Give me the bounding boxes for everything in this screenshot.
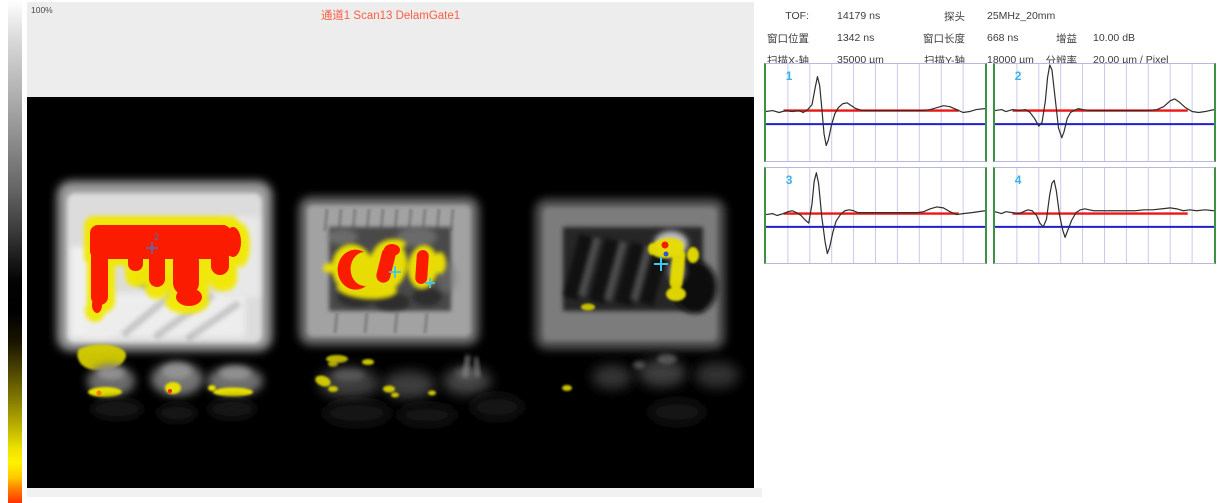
cscan-channel-title: 通道1 Scan13 DelamGate1 bbox=[320, 10, 461, 22]
ascan-panel-grid: 1 2 3 4 bbox=[764, 63, 1216, 264]
ascan-plot-2[interactable]: 2 bbox=[993, 63, 1216, 162]
amplitude-colorbar bbox=[8, 0, 22, 503]
cscan-sample-left: 2 bbox=[57, 181, 272, 351]
ascan-plot-3[interactable]: 3 bbox=[764, 167, 987, 264]
parameter-panel: TOF: 14179 ns 探头 25MHz_20mm 窗口位置 1342 ns… bbox=[763, 5, 1231, 71]
param-value-window-pos: 1342 ns bbox=[837, 32, 875, 44]
ascan-plot-4-label: 4 bbox=[1014, 172, 1022, 187]
cscan-sample-middle bbox=[299, 197, 479, 367]
param-value-tof: 14179 ns bbox=[837, 10, 881, 22]
param-value-window-len: 668 ns bbox=[987, 32, 1019, 44]
param-value-probe: 25MHz_20mm bbox=[987, 10, 1056, 22]
param-label-gain: 增益 bbox=[1056, 32, 1077, 45]
param-label-probe: 探头 bbox=[944, 10, 965, 23]
ascan-plot-3-label: 3 bbox=[785, 172, 793, 187]
cscan-image[interactable]: 2 bbox=[27, 97, 754, 488]
cscan-bottom-strip bbox=[27, 488, 762, 497]
param-label-window-len: 窗口长度 bbox=[923, 32, 965, 45]
crosshair-label: 2 bbox=[154, 232, 159, 242]
param-value-gain: 10.00 dB bbox=[1093, 32, 1136, 44]
cscan-header: 100% 通道1 Scan13 DelamGate1 bbox=[27, 2, 754, 97]
ascan-plot-1[interactable]: 1 bbox=[764, 63, 987, 162]
cscan-sample-right bbox=[535, 199, 725, 349]
cscan-image-area[interactable]: 2 bbox=[27, 97, 754, 488]
ascan-plot-4[interactable]: 4 bbox=[993, 167, 1216, 264]
defect-red-dot-right bbox=[661, 241, 669, 249]
param-label-window-pos: 窗口位置 bbox=[767, 32, 809, 45]
app-window: 100% 通道1 Scan13 DelamGate1 2 TOF: 14179 … bbox=[0, 0, 1231, 503]
param-label-tof: TOF: bbox=[785, 10, 809, 22]
ascan-plot-1-label: 1 bbox=[785, 68, 793, 83]
ascan-plot-2-label: 2 bbox=[1014, 68, 1022, 83]
